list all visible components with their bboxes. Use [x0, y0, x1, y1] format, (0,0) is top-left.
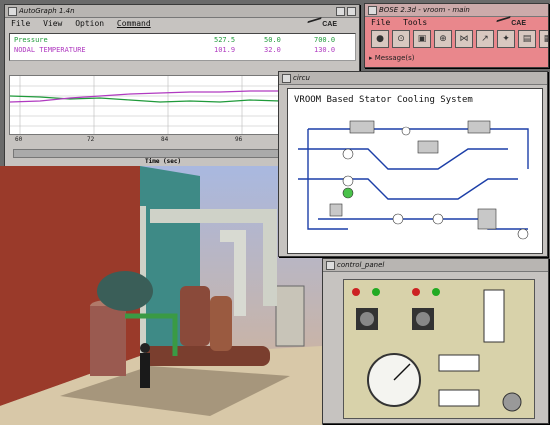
- loop-bottom: [318, 218, 528, 230]
- tank-center: [180, 286, 210, 346]
- window-menu-icon[interactable]: [8, 7, 17, 16]
- indicator-lamp-red: [412, 288, 420, 296]
- plant-3d-svg: [0, 166, 322, 425]
- circu-window: circu VROOM Based Stator Cooling System: [278, 71, 548, 257]
- x-tick-label: 72: [87, 136, 95, 143]
- pump-tool-icon[interactable]: ●: [371, 30, 389, 48]
- bose-title: BOSE 2.3d - vroom - main: [379, 6, 470, 14]
- message-label: Message(s): [374, 54, 415, 62]
- variable-min: 32.0: [264, 46, 281, 54]
- bose-menubar: File Tools CAE: [365, 16, 548, 29]
- selector-knob: [416, 312, 430, 326]
- tank-big: [97, 271, 153, 311]
- pipe-tool-icon[interactable]: ⊙: [392, 30, 410, 48]
- variable-max: 700.0: [314, 36, 336, 44]
- control-panel-window: control_panel: [322, 258, 549, 424]
- control-panel-svg: [352, 288, 522, 412]
- tank-left: [90, 306, 126, 376]
- active-pump-icon: [342, 187, 354, 199]
- tank-tool-icon[interactable]: ▣: [413, 30, 431, 48]
- window-menu-icon[interactable]: [368, 6, 377, 15]
- bose-window: BOSE 2.3d - vroom - main File Tools CAE …: [364, 3, 549, 68]
- window-menu-icon[interactable]: [282, 74, 291, 83]
- autograph-titlebar[interactable]: AutoGraph 1.4n: [5, 5, 359, 18]
- minimize-icon[interactable]: [336, 7, 345, 16]
- menu-tools[interactable]: Tools: [403, 18, 427, 27]
- menu-command[interactable]: Command: [117, 19, 151, 28]
- diagram-svg: [298, 120, 529, 240]
- cae-logo: CAE: [495, 16, 534, 27]
- heat-exchanger: [140, 346, 270, 366]
- indicator-lamp-green: [432, 288, 440, 296]
- table-tool-icon[interactable]: ▤: [518, 30, 536, 48]
- variable-name: NODAL TEMPERATURE: [14, 46, 86, 54]
- tank-box: [477, 208, 497, 230]
- loop-lower: [298, 178, 518, 200]
- variable-value: 101.9: [214, 46, 236, 54]
- circu-titlebar[interactable]: circu: [279, 72, 547, 85]
- plant-3d-view[interactable]: [0, 166, 322, 425]
- bar-meter: [438, 389, 480, 407]
- menu-option[interactable]: Option: [75, 19, 104, 28]
- cooling-diagram[interactable]: VROOM Based Stator Cooling System: [287, 88, 543, 254]
- rotary-knob: [502, 392, 522, 412]
- pump-icon: [432, 213, 444, 225]
- heat-exchanger-box: [417, 140, 439, 154]
- selector-knob: [360, 312, 374, 326]
- indicator-lamp-green: [372, 288, 380, 296]
- x-axis-label: Time (sec): [145, 158, 182, 165]
- heat-tool-icon[interactable]: ✦: [497, 30, 515, 48]
- gauge-icon: [517, 228, 529, 240]
- valve-tool-icon[interactable]: ⋈: [455, 30, 473, 48]
- operator-figure: [140, 343, 150, 353]
- control-panel-face: [343, 279, 535, 419]
- variable-max: 130.0: [314, 46, 336, 54]
- menu-file[interactable]: File: [371, 18, 390, 27]
- variable-name: Pressure: [14, 36, 48, 44]
- x-tick-label: 96: [235, 136, 243, 143]
- variable-row[interactable]: NODAL TEMPERATURE 101.9 32.0 130.0: [14, 46, 352, 55]
- menu-view[interactable]: View: [43, 19, 62, 28]
- control-cabinet: [275, 285, 305, 347]
- indicator-lamp-red: [352, 288, 360, 296]
- control-panel-titlebar[interactable]: control_panel: [323, 259, 548, 272]
- autograph-menubar: File View Option Command CAE: [5, 17, 359, 30]
- variable-list[interactable]: Pressure 527.5 50.0 700.0 NODAL TEMPERAT…: [9, 33, 356, 61]
- time-scrollbar[interactable]: [13, 149, 291, 158]
- operator-body: [140, 353, 150, 388]
- pump-icon: [392, 213, 404, 225]
- variable-row[interactable]: Pressure 527.5 50.0 700.0: [14, 36, 352, 45]
- tank-box: [329, 203, 343, 217]
- bar-meter: [438, 354, 480, 372]
- pump-icon: [342, 175, 354, 187]
- variable-value: 527.5: [214, 36, 236, 44]
- link-tool-icon[interactable]: ↗: [476, 30, 494, 48]
- loop-mid: [298, 148, 508, 170]
- control-panel-title: control_panel: [337, 261, 385, 269]
- diagram-title: VROOM Based Stator Cooling System: [294, 95, 473, 105]
- variable-min: 50.0: [264, 36, 281, 44]
- vertical-gauge: [483, 289, 505, 343]
- pump-icon: [401, 126, 411, 136]
- node-tool-icon[interactable]: ⊕: [434, 30, 452, 48]
- autograph-title: AutoGraph 1.4n: [19, 7, 75, 15]
- message-bar[interactable]: ▸ Message(s): [369, 54, 541, 63]
- x-tick-label: 84: [161, 136, 169, 143]
- circu-title: circu: [293, 74, 310, 82]
- x-tick-label: 60: [15, 136, 23, 143]
- maximize-icon[interactable]: [347, 7, 356, 16]
- tank-right: [210, 296, 232, 351]
- pump-icon: [342, 148, 354, 160]
- window-menu-icon[interactable]: [326, 261, 335, 270]
- heat-exchanger-box: [467, 120, 491, 134]
- menu-file[interactable]: File: [11, 19, 30, 28]
- heat-exchanger-box: [349, 120, 375, 134]
- bose-toolbar: ● ⊙ ▣ ⊕ ⋈ ↗ ✦ ▤ ▦ ⊞: [371, 30, 548, 48]
- grid-tool-icon[interactable]: ▦: [539, 30, 548, 48]
- cae-logo: CAE: [306, 17, 345, 28]
- bose-titlebar[interactable]: BOSE 2.3d - vroom - main: [365, 4, 548, 17]
